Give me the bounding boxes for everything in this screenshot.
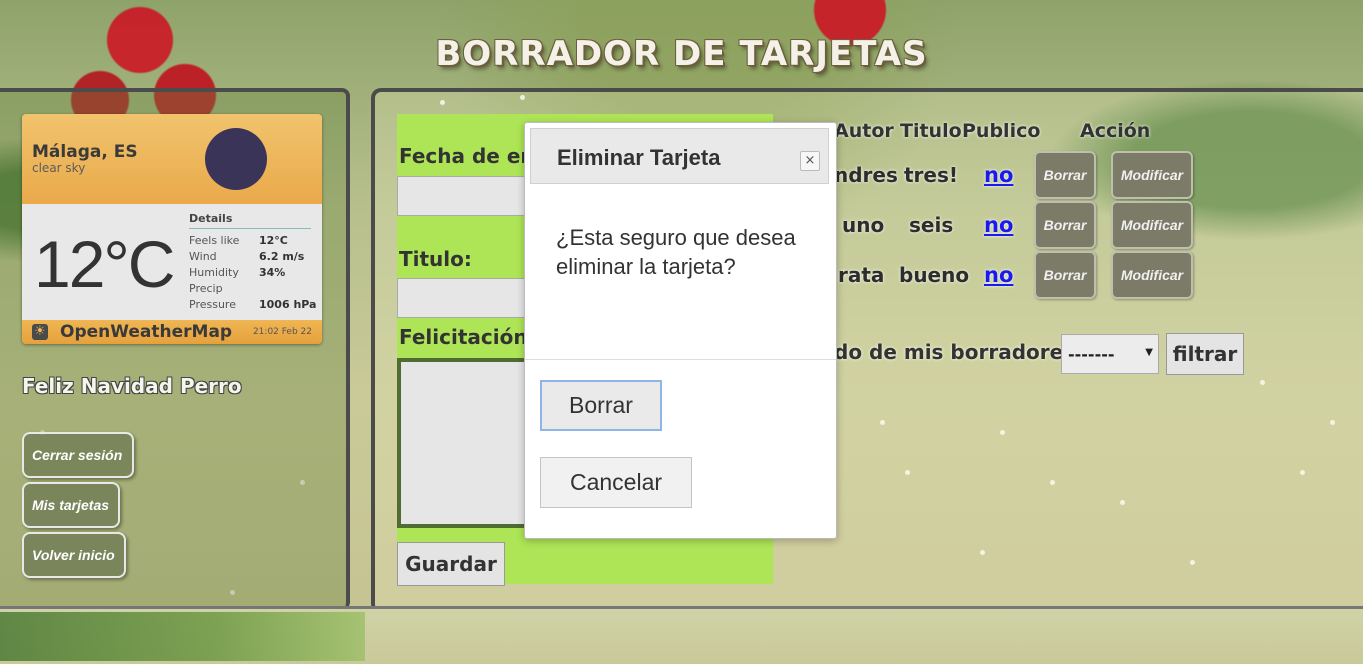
- weather-row-precip: Precip: [189, 282, 223, 295]
- back-home-button[interactable]: Volver inicio: [22, 532, 126, 578]
- dialog-divider: [525, 359, 836, 360]
- dialog-header: Eliminar Tarjeta ×: [530, 128, 829, 184]
- row2-edit-button[interactable]: Modificar: [1111, 201, 1193, 249]
- weather-details-title: Details: [189, 212, 311, 229]
- row2-public-link[interactable]: no: [984, 213, 1013, 237]
- header-public: Publico: [962, 120, 1041, 142]
- row1-edit-button[interactable]: Modificar: [1111, 151, 1193, 199]
- weather-description: clear sky: [32, 161, 86, 175]
- row1-author: ndres: [834, 163, 898, 187]
- weather-row-feels-like: Feels like 12°C: [189, 234, 288, 247]
- row1-delete-button[interactable]: Borrar: [1034, 151, 1096, 199]
- dialog-message: ¿Esta seguro que desea eliminar la tarje…: [556, 225, 796, 279]
- row3-delete-button[interactable]: Borrar: [1034, 251, 1096, 299]
- header-action: Acción: [1080, 120, 1151, 142]
- header-author: Autor: [834, 120, 894, 142]
- title-label: Titulo:: [399, 247, 472, 271]
- page-title: BORRADOR DE TARJETAS: [435, 34, 928, 74]
- header-title: Titulo: [900, 120, 962, 142]
- row1-title: tres!: [904, 163, 959, 187]
- sun-icon: ☀: [32, 324, 48, 340]
- filter-select-value: -------: [1068, 344, 1115, 364]
- weather-widget: Málaga, ES clear sky 12°C Details Feels …: [22, 114, 322, 344]
- confirm-delete-button[interactable]: Borrar: [540, 380, 662, 431]
- row3-edit-button[interactable]: Modificar: [1111, 251, 1193, 299]
- weather-row-humidity: Humidity 34%: [189, 266, 286, 279]
- filter-select[interactable]: ------- ▼: [1061, 334, 1159, 374]
- save-button[interactable]: Guardar: [397, 542, 505, 586]
- filter-button[interactable]: filtrar: [1166, 333, 1244, 375]
- weather-brand[interactable]: OpenWeatherMap: [60, 322, 232, 342]
- row1-public-link[interactable]: no: [984, 163, 1013, 187]
- weather-city: Málaga, ES: [32, 142, 138, 162]
- close-icon[interactable]: ×: [800, 151, 820, 171]
- row2-delete-button[interactable]: Borrar: [1034, 201, 1096, 249]
- weather-row-pressure: Pressure 1006 hPa: [189, 298, 317, 311]
- row3-author: rata: [838, 263, 885, 287]
- row2-author: uno: [842, 213, 885, 237]
- delete-card-dialog: Eliminar Tarjeta × ¿Esta seguro que dese…: [524, 122, 837, 539]
- filter-label: do de mis borradores: [834, 340, 1076, 364]
- moon-icon: [205, 128, 267, 190]
- logout-button[interactable]: Cerrar sesión: [22, 432, 134, 478]
- chevron-down-icon: ▼: [1145, 347, 1153, 358]
- footer-decoration: [0, 612, 365, 661]
- row2-title: seis: [909, 213, 954, 237]
- cancel-button[interactable]: Cancelar: [540, 457, 692, 508]
- row3-title: bueno: [899, 263, 970, 287]
- my-cards-button[interactable]: Mis tarjetas: [22, 482, 120, 528]
- greeting-text: Feliz Navidad Perro: [22, 374, 242, 398]
- weather-temperature: 12°C: [34, 227, 175, 301]
- row3-public-link[interactable]: no: [984, 263, 1013, 287]
- weather-row-wind: Wind 6.2 m/s: [189, 250, 305, 263]
- weather-timestamp: 21:02 Feb 22: [252, 327, 312, 337]
- message-label: Felicitación:: [399, 325, 536, 349]
- dialog-title: Eliminar Tarjeta: [557, 145, 721, 170]
